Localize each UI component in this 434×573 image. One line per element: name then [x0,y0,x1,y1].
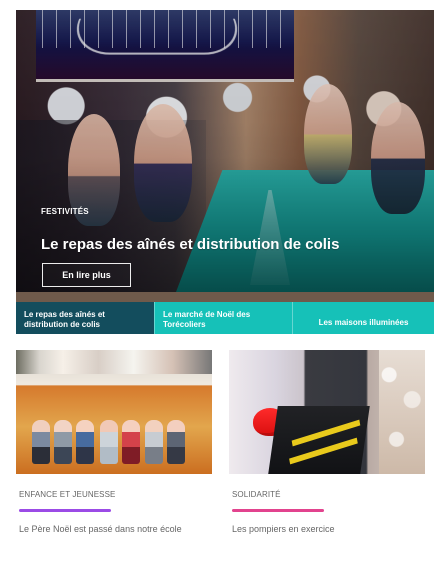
child-figure [76,420,94,464]
hero-tab-repas-aines[interactable]: Le repas des aînés et distribution de co… [16,302,154,334]
card-category: ENFANCE ET JEUNESSE [19,490,116,499]
child-figure [145,420,163,464]
card-title[interactable]: Les pompiers en exercice [232,523,414,536]
school-photo [16,350,212,474]
hero-tab-maisons-illuminees[interactable]: Les maisons illuminées [292,302,434,334]
category-accent-line [232,509,324,512]
child-figure [100,420,118,464]
child-figure [32,420,50,464]
card-category: SOLIDARITÉ [232,490,281,499]
hero-category: FESTIVITÉS [41,207,89,216]
child-figure [167,420,185,464]
read-more-button[interactable]: En lire plus [42,263,131,287]
child-figure [122,420,140,464]
category-accent-line [19,509,111,512]
card-title[interactable]: Le Père Noël est passé dans notre école [19,523,201,536]
hero-title: Le repas des aînés et distribution de co… [41,236,340,253]
child-figure [54,420,72,464]
news-card-firefighters[interactable]: SOLIDARITÉ Les pompiers en exercice [229,350,425,573]
news-card-school[interactable]: ENFANCE ET JEUNESSE Le Père Noël est pas… [16,350,212,573]
hero-tab-bar: Le repas des aînés et distribution de co… [16,302,434,334]
hero-tab-marche-noel[interactable]: Le marché de Noël des Torécoliers [154,302,292,334]
firefighter-photo [229,350,425,474]
firefighter-figure [268,406,370,474]
hero-section: FESTIVITÉS Le repas des aînés et distrib… [16,10,434,334]
